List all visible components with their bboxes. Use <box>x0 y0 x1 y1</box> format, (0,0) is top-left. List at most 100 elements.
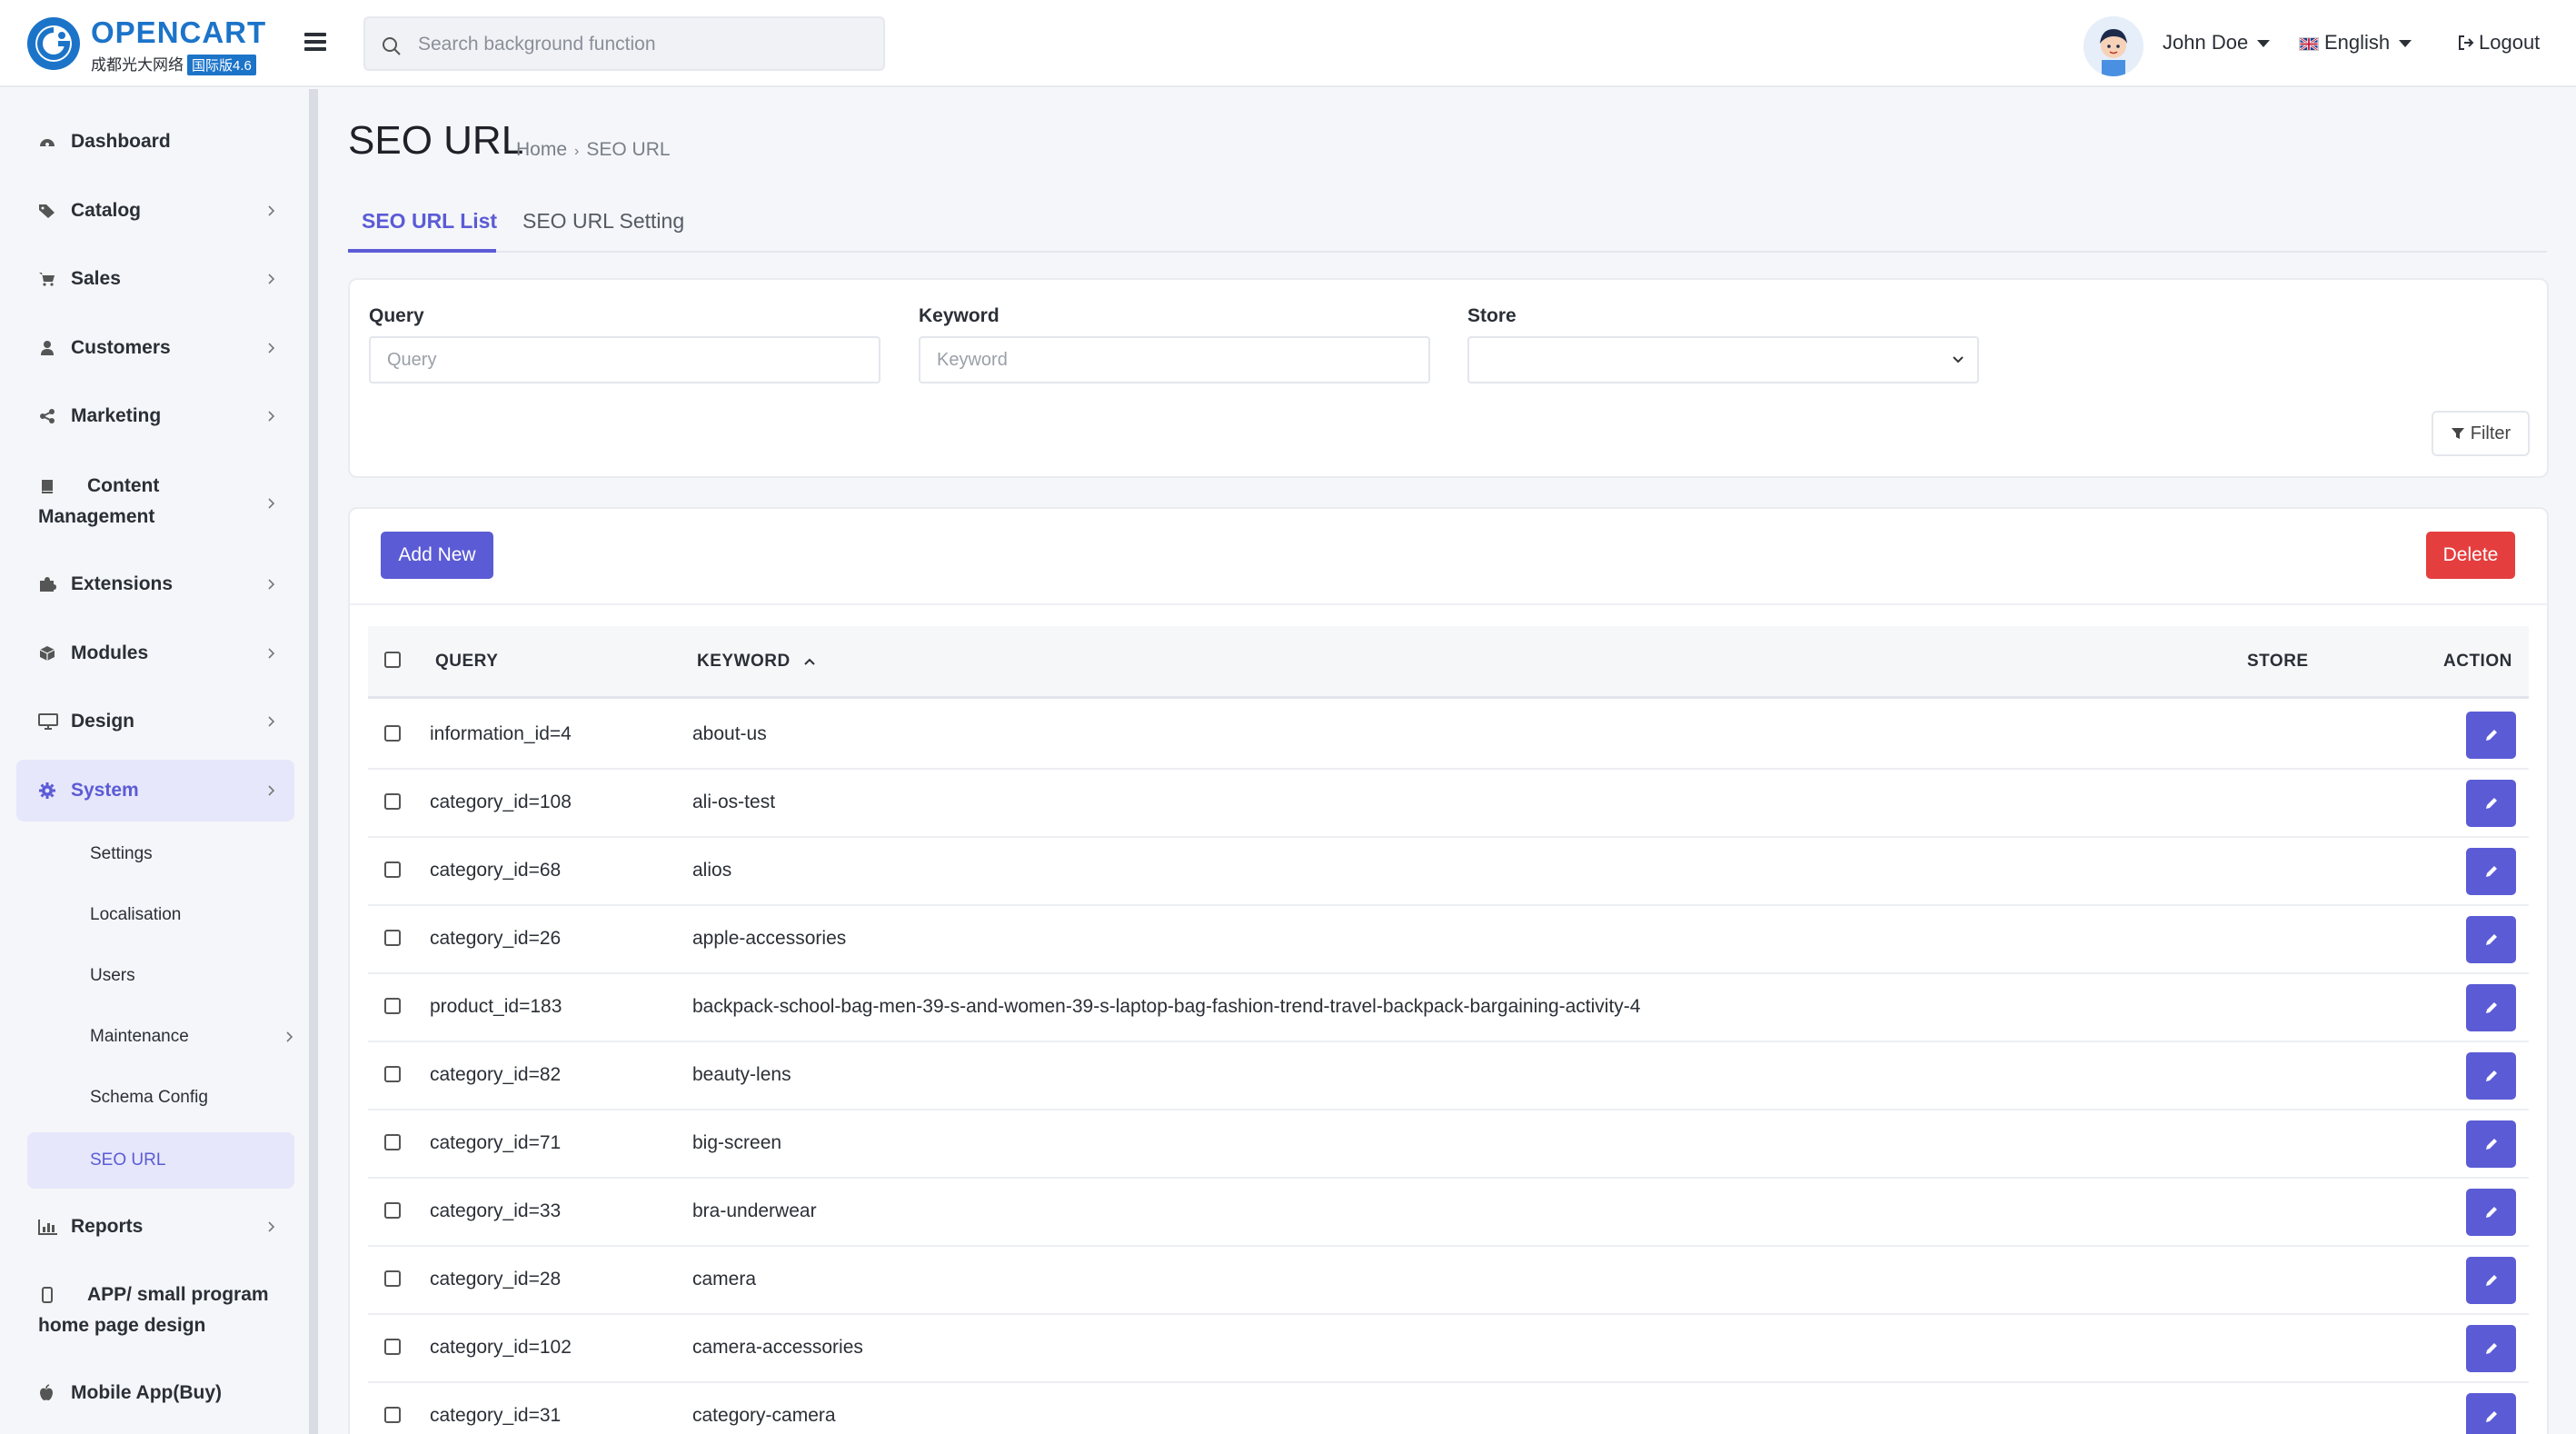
sidebar-item-system[interactable]: System <box>16 760 294 822</box>
logo-subtitle: 成都光大网络 国际版4.6 <box>91 52 256 75</box>
sidebar-item-label: Modules <box>71 642 149 663</box>
select-all-checkbox[interactable] <box>384 652 401 668</box>
funnel-icon <box>2451 428 2464 439</box>
puzzle-icon <box>40 577 56 592</box>
search-bar[interactable] <box>363 16 885 71</box>
pencil-icon <box>2485 1275 2497 1286</box>
user-avatar[interactable] <box>2084 16 2143 76</box>
cell-query: category_id=33 <box>430 1200 562 1221</box>
row-checkbox[interactable] <box>384 793 401 810</box>
edit-button[interactable] <box>2466 1052 2516 1100</box>
cell-keyword: camera <box>692 1269 757 1290</box>
language-menu[interactable]: English <box>2299 31 2412 55</box>
chevron-right-icon <box>268 785 275 796</box>
filter-button[interactable]: Filter <box>2432 411 2530 456</box>
sidebar-item-app-design[interactable]: APP/ small program home page design <box>16 1280 294 1345</box>
table-row: product_id=183 backpack-school-bag-men-39… <box>368 974 2529 1042</box>
sidebar-subitem-maintenance[interactable]: Maintenance <box>90 1027 294 1047</box>
sidebar-item-design[interactable]: Design <box>16 698 294 745</box>
tab-seo-url-list[interactable]: SEO URL List <box>362 209 497 234</box>
chevron-right-icon <box>268 411 275 422</box>
row-checkbox[interactable] <box>384 1202 401 1219</box>
search-input[interactable] <box>418 29 872 60</box>
edit-button[interactable] <box>2466 1257 2516 1304</box>
sidebar-item-content-management[interactable]: Content Management <box>16 471 294 536</box>
opencart-logo[interactable]: OPENCART 成都光大网络 国际版4.6 <box>25 15 267 75</box>
row-checkbox[interactable] <box>384 998 401 1014</box>
row-checkbox[interactable] <box>384 861 401 878</box>
sidebar-item-label: Mobile App(Buy) <box>71 1382 223 1403</box>
menu-toggle-icon[interactable] <box>304 33 326 55</box>
cell-keyword: alios <box>692 860 732 881</box>
sidebar-subitem-seo-url[interactable]: SEO URL <box>27 1132 294 1189</box>
user-icon <box>41 341 54 355</box>
sidebar-item-reports[interactable]: Reports <box>16 1203 294 1250</box>
breadcrumb-home[interactable]: Home <box>516 139 567 160</box>
row-checkbox[interactable] <box>384 930 401 946</box>
gear-icon <box>39 782 55 799</box>
sidebar-subitem-localisation[interactable]: Localisation <box>90 905 181 925</box>
user-name: John Doe <box>2163 31 2249 54</box>
chevron-right-icon <box>268 205 275 216</box>
sidebar-subitem-users[interactable]: Users <box>90 966 135 986</box>
row-checkbox[interactable] <box>384 1066 401 1082</box>
sidebar-item-sales[interactable]: Sales <box>16 255 294 303</box>
chevron-right-icon <box>268 648 275 659</box>
row-checkbox[interactable] <box>384 1270 401 1287</box>
column-header-action: ACTION <box>2443 652 2512 671</box>
sidebar-item-dashboard[interactable]: Dashboard <box>16 118 294 165</box>
column-header-query[interactable]: QUERY <box>435 652 498 672</box>
pencil-icon <box>2485 730 2497 741</box>
row-checkbox[interactable] <box>384 1339 401 1355</box>
sidebar-item-mobile-app[interactable]: Mobile App(Buy) <box>16 1369 294 1417</box>
pencil-icon <box>2485 1002 2497 1013</box>
edit-button[interactable] <box>2466 1325 2516 1372</box>
query-input[interactable] <box>369 336 880 383</box>
sidebar-item-catalog[interactable]: Catalog <box>16 187 294 234</box>
breadcrumb-separator-icon: › <box>574 144 580 159</box>
dashboard-icon <box>40 139 55 146</box>
delete-button[interactable]: Delete <box>2426 532 2515 579</box>
sidebar-item-extensions[interactable]: Extensions <box>16 561 294 608</box>
logout-link[interactable]: Logout <box>2457 31 2540 55</box>
pencil-icon <box>2485 866 2497 877</box>
row-checkbox[interactable] <box>384 725 401 742</box>
column-header-keyword[interactable]: KEYWORD <box>697 652 816 672</box>
logo-name: OPENCART <box>91 15 267 49</box>
add-new-button[interactable]: Add New <box>381 532 493 579</box>
sidebar-subitem-settings[interactable]: Settings <box>90 844 153 864</box>
sidebar-item-label: Marketing <box>71 405 162 426</box>
sidebar-subitem-schema-config[interactable]: Schema Config <box>90 1088 208 1108</box>
edit-button[interactable] <box>2466 1189 2516 1236</box>
store-select[interactable] <box>1467 336 1979 383</box>
sidebar-item-label: Dashboard <box>71 131 171 152</box>
tab-seo-url-setting[interactable]: SEO URL Setting <box>522 209 684 234</box>
edit-button[interactable] <box>2466 984 2516 1031</box>
chevron-right-icon <box>286 1031 293 1042</box>
column-header-store[interactable]: STORE <box>2247 652 2309 672</box>
pencil-icon <box>2485 798 2497 809</box>
chevron-right-icon <box>268 1221 275 1232</box>
table-row: category_id=68 alios <box>368 838 2529 906</box>
user-menu[interactable]: John Doe <box>2163 31 2271 55</box>
table-row: category_id=26 apple-accessories <box>368 906 2529 974</box>
sidebar-item-modules[interactable]: Modules <box>16 630 294 677</box>
edit-button[interactable] <box>2466 712 2516 759</box>
sidebar-item-customers[interactable]: Customers <box>16 324 294 372</box>
chevron-right-icon <box>268 274 275 284</box>
edit-button[interactable] <box>2466 848 2516 895</box>
breadcrumb: Home › SEO URL <box>516 139 671 161</box>
keyword-input[interactable] <box>919 336 1430 383</box>
sidebar-item-marketing[interactable]: Marketing <box>16 393 294 440</box>
sidebar-scrollbar[interactable] <box>309 89 318 1434</box>
row-checkbox[interactable] <box>384 1407 401 1423</box>
edit-button[interactable] <box>2466 916 2516 963</box>
logo-sub-text: 成都光大网络 <box>91 56 184 74</box>
cell-query: category_id=26 <box>430 928 562 949</box>
table-row: information_id=4 about-us <box>368 702 2529 770</box>
edit-button[interactable] <box>2466 1120 2516 1168</box>
logout-label: Logout <box>2479 31 2541 54</box>
edit-button[interactable] <box>2466 780 2516 827</box>
row-checkbox[interactable] <box>384 1134 401 1150</box>
edit-button[interactable] <box>2466 1393 2516 1434</box>
